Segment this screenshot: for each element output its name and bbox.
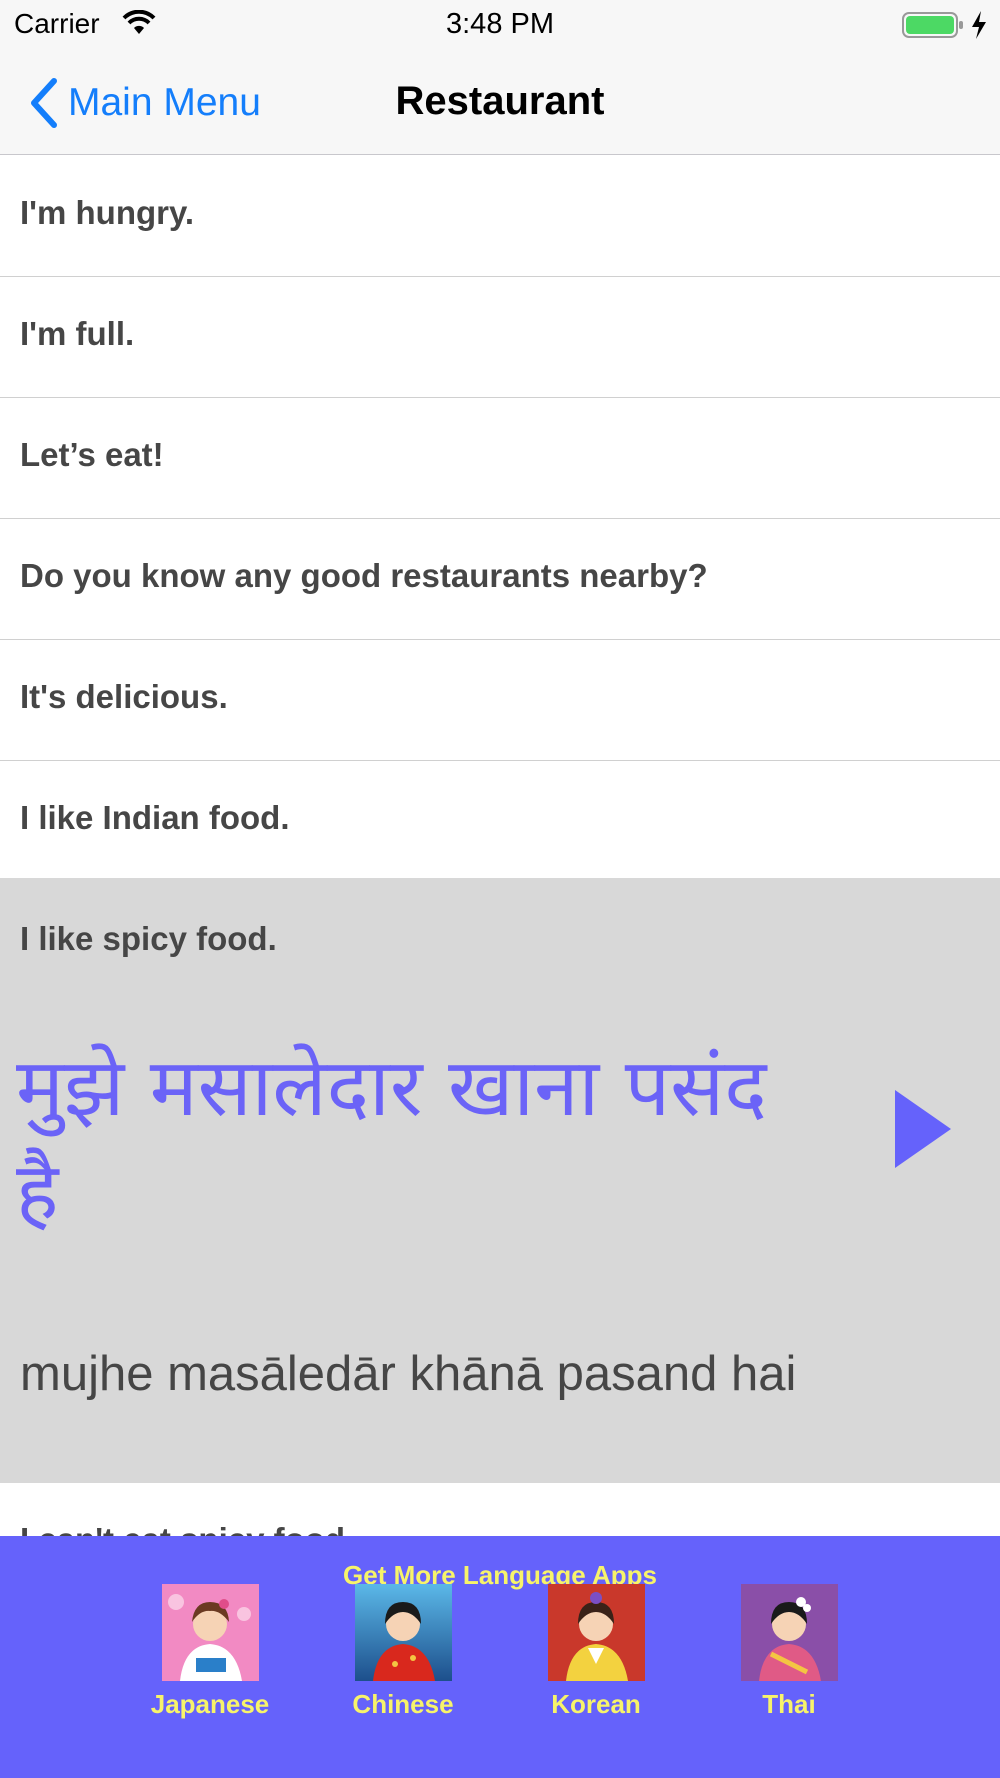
phrase-row[interactable]: I can't eat spicy food. xyxy=(0,1483,1000,1543)
phrase-text: I'm full. xyxy=(20,315,135,352)
phrase-text: I like spicy food. xyxy=(20,920,277,957)
hindi-translation: मुझे मसालेदार खाना पसंद है xyxy=(16,1041,767,1238)
lightning-icon xyxy=(972,11,986,39)
phrase-row[interactable]: I like Indian food. xyxy=(0,761,1000,882)
phrase-row-expanded[interactable]: I like spicy food. मुझे मसालेदार खाना पस… xyxy=(0,878,1000,1483)
app-japanese[interactable]: Japanese xyxy=(135,1584,285,1720)
app-thai[interactable]: Thai xyxy=(714,1584,864,1720)
romanization-text: mujhe masāledār khānā pasand hai xyxy=(20,1347,797,1401)
phrase-text: It's delicious. xyxy=(20,678,228,715)
korean-avatar-icon xyxy=(547,1584,645,1681)
japanese-avatar-icon xyxy=(161,1584,259,1681)
phrase-row[interactable]: Let’s eat! xyxy=(0,398,1000,519)
phrase-text: Let’s eat! xyxy=(20,436,164,473)
app-label: Korean xyxy=(551,1689,641,1719)
promo-banner: Get More Language Apps Japanese Chinese xyxy=(0,1536,1000,1778)
phrase-row[interactable]: I'm full. xyxy=(0,277,1000,398)
app-label: Japanese xyxy=(150,1689,270,1719)
play-icon[interactable] xyxy=(893,1088,953,1170)
page-title: Restaurant xyxy=(395,79,605,123)
app-chinese[interactable]: Chinese xyxy=(328,1584,478,1720)
phrase-row[interactable]: I'm hungry. xyxy=(0,156,1000,277)
chinese-avatar-icon xyxy=(354,1584,452,1681)
navigation-bar: Main Menu Restaurant xyxy=(0,50,1000,155)
app-label: Chinese xyxy=(352,1689,454,1719)
phrase-row[interactable]: It's delicious. xyxy=(0,640,1000,761)
app-korean[interactable]: Korean xyxy=(521,1584,671,1720)
thai-avatar-icon xyxy=(740,1584,838,1681)
phrase-row[interactable]: Do you know any good restaurants nearby? xyxy=(0,519,1000,640)
battery-icon xyxy=(902,12,963,38)
app-label: Thai xyxy=(762,1689,816,1719)
status-time: 3:48 PM xyxy=(446,8,554,40)
phrase-text: I'm hungry. xyxy=(20,194,195,231)
phrase-text: I like Indian food. xyxy=(20,799,290,836)
phrase-text: Do you know any good restaurants nearby? xyxy=(20,557,708,594)
status-bar: Carrier 3:48 PM xyxy=(0,0,1000,50)
phrase-list: I'm hungry. I'm full. Let’s eat! Do you … xyxy=(0,156,1000,882)
